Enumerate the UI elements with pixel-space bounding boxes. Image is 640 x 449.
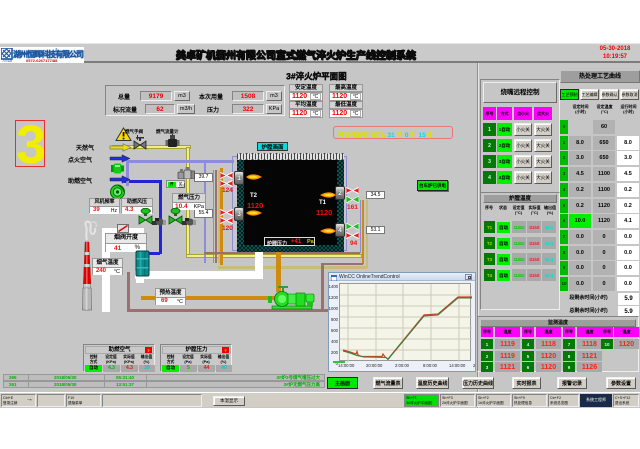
svg-text:人民电器: 人民电器: [2, 59, 13, 63]
